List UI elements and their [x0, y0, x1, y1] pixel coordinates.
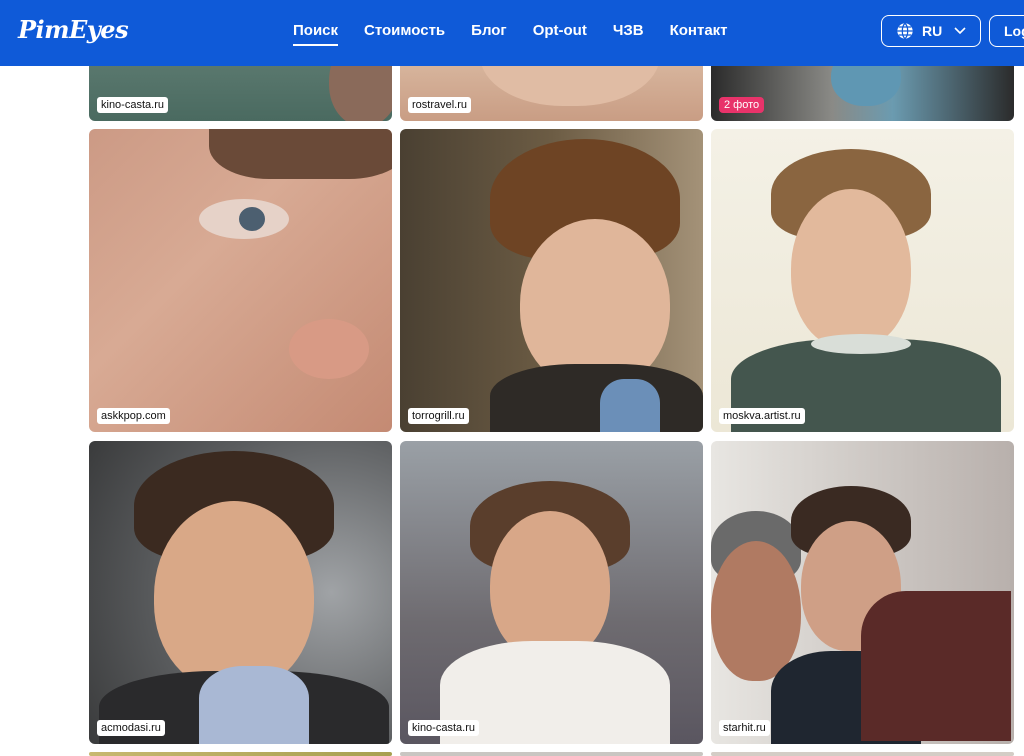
nav-opt-out[interactable]: Opt-out — [533, 22, 587, 39]
result-card[interactable] — [400, 752, 703, 756]
result-photo — [711, 752, 1014, 756]
chevron-down-icon — [954, 27, 966, 35]
result-card[interactable]: acmodasi.ru — [89, 441, 392, 744]
result-card[interactable] — [711, 752, 1014, 756]
photo-count-badge: 2 фото — [719, 97, 765, 113]
globe-icon — [897, 22, 913, 40]
result-photo — [89, 441, 392, 744]
result-photo — [400, 441, 703, 744]
result-card[interactable]: torrogrill.ru — [400, 129, 703, 432]
source-label: starhit.ru — [719, 720, 770, 736]
nav-pricing[interactable]: Стоимость — [364, 22, 445, 39]
result-card[interactable]: starhit.ru — [711, 441, 1014, 744]
source-label: torrogrill.ru — [408, 408, 469, 424]
login-button[interactable]: Log — [989, 15, 1024, 47]
result-card[interactable]: moskva.artist.ru — [711, 129, 1014, 432]
pimeyes-logo[interactable]: PimEyes — [18, 15, 129, 44]
language-selector[interactable]: RU — [881, 15, 981, 47]
nav-blog[interactable]: Блог — [471, 22, 507, 39]
top-navigation-bar: PimEyes Поиск Стоимость Блог Opt-out ЧЗВ… — [0, 0, 1024, 66]
source-label: kino-casta.ru — [97, 97, 168, 113]
source-label: kino-casta.ru — [408, 720, 479, 736]
result-photo — [711, 129, 1014, 432]
language-label: RU — [922, 23, 943, 39]
source-label: moskva.artist.ru — [719, 408, 805, 424]
nav-search[interactable]: Поиск — [293, 22, 339, 46]
result-card[interactable]: kino-casta.ru — [400, 441, 703, 744]
source-label: rostravel.ru — [408, 97, 472, 113]
result-photo — [711, 441, 1014, 744]
source-label: askkpop.com — [97, 408, 170, 424]
result-photo — [400, 752, 703, 756]
result-photo — [89, 129, 392, 432]
result-card[interactable] — [89, 752, 392, 756]
result-photo — [400, 129, 703, 432]
nav-faq[interactable]: ЧЗВ — [613, 22, 644, 39]
result-card[interactable]: askkpop.com — [89, 129, 392, 432]
source-label: acmodasi.ru — [97, 720, 165, 736]
main-nav: Поиск Стоимость Блог Opt-out ЧЗВ Контакт — [293, 22, 728, 46]
result-photo — [89, 752, 392, 756]
nav-contact[interactable]: Контакт — [670, 22, 728, 39]
